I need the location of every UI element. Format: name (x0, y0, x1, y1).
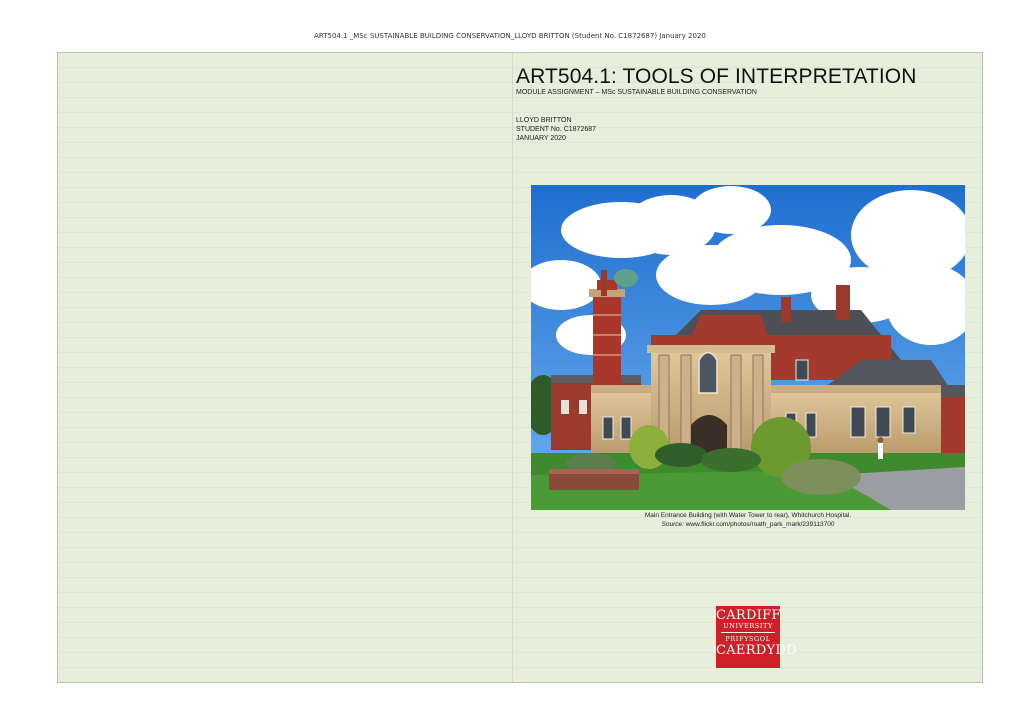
hospital-building-image (531, 185, 965, 510)
document-date: JANUARY 2020 (516, 135, 566, 142)
logo-line-caerdydd: CAERDYDD (716, 643, 797, 658)
author-name: LLOYD BRITTON (516, 117, 572, 124)
student-number: STUDENT No. C1872687 (516, 126, 597, 133)
logo-line-prifysgol: PRIFYSGOL (725, 635, 771, 643)
caption-source: Source: www.flickr.com/photos/roath_park… (531, 521, 965, 530)
source-label: Source: (661, 520, 684, 528)
document-title: ART504.1: TOOLS OF INTERPRETATION (516, 65, 917, 88)
author-block: LLOYD BRITTON STUDENT No. C1872687 JANUA… (516, 116, 596, 143)
source-url: www.flickr.com/photos/roath_park_mark/23… (685, 520, 835, 528)
photo-caption: Main Entrance Building (with Water Tower… (531, 512, 965, 529)
cover-sheet: ART504.1: TOOLS OF INTERPRETATION MODULE… (57, 52, 983, 683)
logo-line-cardiff: CARDIFF (716, 608, 781, 623)
page-fold-divider (512, 53, 513, 682)
document-subtitle: MODULE ASSIGNMENT – MSc SUSTAINABLE BUIL… (516, 89, 757, 96)
cardiff-university-logo: CARDIFF UNIVERSITY PRIFYSGOL CAERDYDD (716, 606, 797, 668)
logo-line-university: UNIVERSITY (723, 622, 773, 630)
logo-divider (721, 632, 775, 633)
caption-text: Main Entrance Building (with Water Tower… (644, 512, 852, 519)
running-header: ART504.1 _MSc SUSTAINABLE BUILDING CONSE… (314, 32, 706, 40)
cover-photo (531, 185, 965, 510)
